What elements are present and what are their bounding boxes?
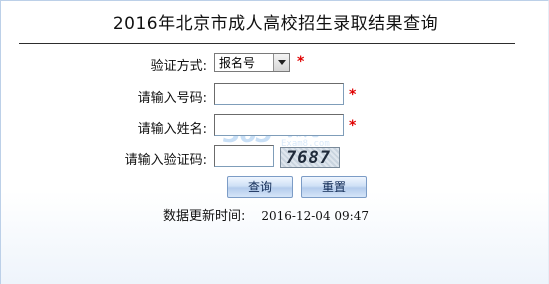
captcha-label: 请输入验证码:	[124, 153, 207, 168]
required-marker: *	[349, 87, 357, 103]
chevron-down-icon	[278, 60, 286, 65]
captcha-code: 7687	[286, 148, 331, 168]
required-marker: *	[349, 118, 357, 134]
captcha-image[interactable]: 7687	[280, 147, 340, 168]
reset-button[interactable]: 重置	[301, 176, 367, 198]
number-input[interactable]	[214, 83, 344, 105]
verify-method-select[interactable]: 报名号	[214, 53, 290, 72]
number-label: 请输入号码:	[137, 91, 207, 106]
name-input[interactable]	[214, 114, 344, 136]
update-label: 数据更新时间:	[163, 209, 246, 224]
query-button[interactable]: 查询	[227, 176, 293, 198]
update-info: 数据更新时间: 2016-12-04 09:47	[163, 205, 369, 224]
verify-method-label: 验证方式:	[150, 59, 207, 74]
required-marker: *	[297, 54, 305, 70]
name-label: 请输入姓名:	[137, 122, 207, 137]
verify-method-selected: 报名号	[219, 56, 256, 70]
dropdown-button[interactable]	[273, 54, 289, 71]
update-time: 2016-12-04 09:47	[261, 209, 369, 223]
title-divider	[19, 43, 515, 44]
page-title: 2016年北京市成人高校招生录取结果查询	[112, 14, 439, 34]
page-frame: 2016年北京市成人高校招生录取结果查询 365 考试吧 Exam8.com 验…	[0, 0, 549, 284]
captcha-input[interactable]	[214, 145, 274, 167]
